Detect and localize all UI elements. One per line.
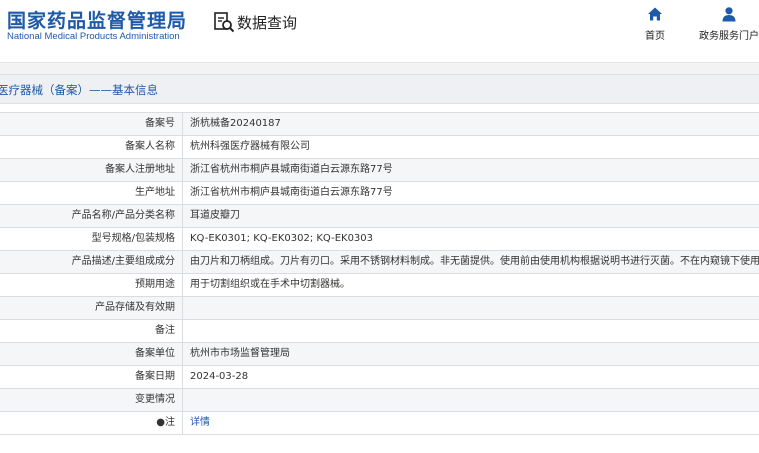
nav-service-label: 政务服务门户 [699, 31, 759, 42]
field-value: 浙杭械备20240187 [190, 118, 281, 129]
info-table: 备案号 浙杭械备20240187 备案人名称 杭州科强医疗器械有限公司 备案人注… [0, 112, 759, 435]
field-label: 生产地址 [0, 182, 183, 204]
field-value: 耳道皮瓣刀 [190, 210, 240, 221]
field-value: 浙江省杭州市桐庐县城南街道白云源东路77号 [190, 164, 393, 175]
field-value: KQ-EK0301; KQ-EK0302; KQ-EK0303 [190, 233, 374, 244]
table-row: 备案号 浙杭械备20240187 [0, 113, 759, 136]
field-value [183, 320, 759, 342]
details-link[interactable]: 详情 [183, 412, 759, 434]
section-title: 医疗器械（备案）——基本信息 [0, 83, 158, 97]
field-label: 产品名称/产品分类名称 [0, 205, 183, 227]
table-row: 备注 [0, 320, 759, 343]
field-label: 备案日期 [0, 366, 183, 388]
document-search-icon [214, 12, 235, 33]
table-row: 预期用途 用于切割组织或在手术中切割器械。 [0, 274, 759, 297]
table-row: 生产地址 浙江省杭州市桐庐县城南街道白云源东路77号 [0, 182, 759, 205]
field-label: 产品描述/主要组成成分 [0, 251, 183, 273]
site-header: 国家药品监督管理局 National Medical Products Admi… [0, 0, 759, 62]
field-value [183, 297, 759, 319]
nav-home[interactable]: 首页 [645, 6, 665, 42]
field-value [183, 389, 759, 411]
table-row: 备案日期 2024-03-28 [0, 366, 759, 389]
table-row: 产品描述/主要组成成分 由刀片和刀柄组成。刀片有刃口。采用不锈钢材料制成。非无菌… [0, 251, 759, 274]
field-label: 备案单位 [0, 343, 183, 365]
field-value: 2024-03-28 [190, 371, 249, 382]
field-label: 型号规格/包装规格 [0, 228, 183, 250]
field-label: 产品存储及有效期 [0, 297, 183, 319]
home-icon [648, 7, 662, 21]
table-row: 产品名称/产品分类名称 耳道皮瓣刀 [0, 205, 759, 228]
table-row: 备案单位 杭州市市场监督管理局 [0, 343, 759, 366]
data-query-title: 数据查询 [213, 10, 297, 34]
field-label: 备案人名称 [0, 136, 183, 158]
nav-service-portal[interactable]: 政务服务门户 [699, 6, 759, 42]
table-row: 备案人注册地址 浙江省杭州市桐庐县城南街道白云源东路77号 [0, 159, 759, 182]
field-label: ●注 [0, 412, 183, 434]
table-row: 型号规格/包装规格 KQ-EK0301; KQ-EK0302; KQ-EK030… [0, 228, 759, 251]
table-row: 备案人名称 杭州科强医疗器械有限公司 [0, 136, 759, 159]
field-label: 备注 [0, 320, 183, 342]
table-row: 产品存储及有效期 [0, 297, 759, 320]
field-value: 用于切割组织或在手术中切割器械。 [190, 279, 350, 290]
logo-title-en[interactable]: National Medical Products Administration [7, 31, 180, 42]
field-label: 变更情况 [0, 389, 183, 411]
field-value: 由刀片和刀柄组成。刀片有刃口。采用不锈钢材料制成。非无菌提供。使用前由使用机构根… [190, 256, 759, 267]
table-row: ●注 详情 [0, 412, 759, 435]
header-divider [0, 62, 759, 74]
user-icon [722, 7, 736, 22]
field-value: 浙江省杭州市桐庐县城南街道白云源东路77号 [190, 187, 393, 198]
field-label: 预期用途 [0, 274, 183, 296]
field-value: 杭州市市场监督管理局 [190, 348, 290, 359]
field-label: 备案号 [0, 113, 183, 135]
field-label: 备案人注册地址 [0, 159, 183, 181]
nav-home-label: 首页 [645, 31, 665, 42]
section-header: 医疗器械（备案）——基本信息 [0, 74, 759, 104]
field-value: 杭州科强医疗器械有限公司 [190, 141, 310, 152]
table-row: 变更情况 [0, 389, 759, 412]
logo-title-cn[interactable]: 国家药品监督管理局 [7, 6, 187, 33]
data-query-label: 数据查询 [237, 13, 298, 32]
